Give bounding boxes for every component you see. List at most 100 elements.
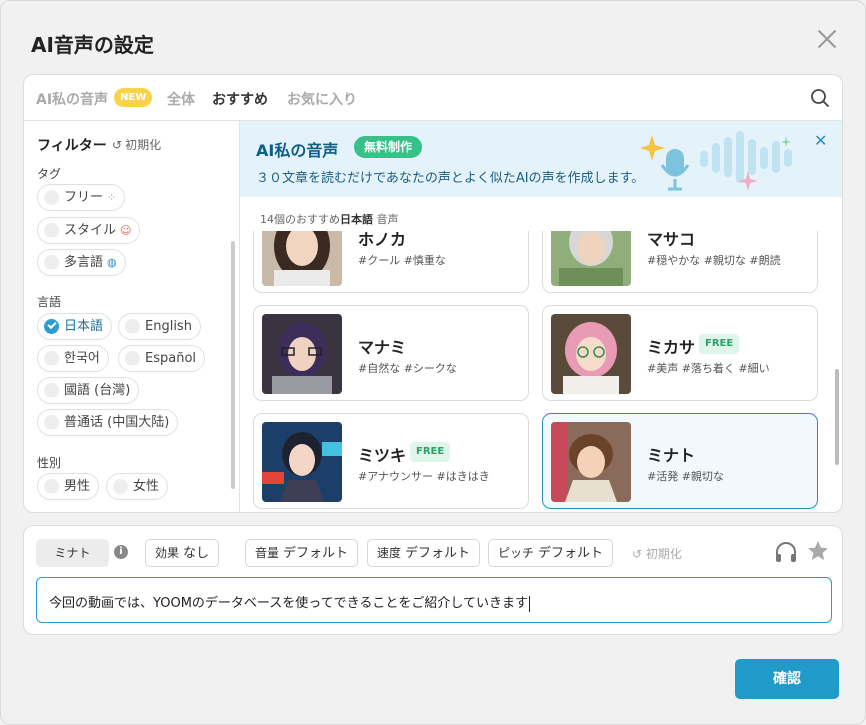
text-caret	[528, 595, 530, 612]
voice-card-mikasa[interactable]: ミカサ FREE #美声 #落ち着く #細い	[542, 305, 818, 401]
avatar	[551, 422, 631, 502]
count-prefix: 14個のおすすめ	[260, 213, 340, 226]
tab-ai-my-voice[interactable]: AI私の音声	[36, 89, 108, 109]
gender-heading: 性別	[37, 456, 62, 470]
avatar	[262, 231, 342, 286]
count-language: 日本語	[340, 213, 373, 226]
lang-chip-japanese-label: 日本語	[64, 319, 104, 334]
chip-checkbox	[44, 255, 59, 270]
tag-chip-free-label: フリー	[64, 190, 104, 205]
voice-list-scrollbar[interactable]	[835, 369, 839, 465]
star-icon[interactable]	[806, 539, 830, 563]
volume-value: デフォルト	[283, 546, 349, 561]
tag-chip-multilingual-label: 多言語	[64, 255, 104, 270]
avatar	[551, 314, 631, 394]
lang-chip-japanese[interactable]: 日本語	[37, 313, 113, 340]
filter-sidebar: フィルター ↺ 初期化 タグ フリー ⁘ スタイル ☺ 多言語 ◍ 言語 日本語 Eng…	[24, 121, 240, 512]
chip-checkbox	[44, 415, 59, 430]
tag-chip-multilingual[interactable]: 多言語 ◍	[37, 249, 126, 276]
voice-card-minato[interactable]: ミナト #活発 #親切な	[542, 413, 818, 509]
voice-settings-panel: ミナト i 効果 なし 音量 デフォルト 速度 デフォルト ピッチ デフォルト ↺ 初期…	[23, 525, 843, 635]
ai-voice-banner[interactable]: AI私の音声 無料制作 ３０文章を読むだけであなたの声とよく似たAIの声を作成し…	[240, 121, 842, 197]
tab-all[interactable]: 全体	[167, 89, 195, 109]
tag-chip-style-label: スタイル	[64, 223, 117, 238]
lang-chip-mandarin[interactable]: 普通话 (中国大陆)	[37, 409, 179, 436]
voice-tags: #活発 #親切な	[647, 470, 724, 483]
tab-favorites[interactable]: お気に入り	[287, 89, 357, 109]
voice-tags: #アナウンサー #はきはき	[358, 470, 490, 483]
tag-chip-style[interactable]: スタイル ☺	[37, 217, 141, 244]
free-badge: FREE	[699, 334, 740, 354]
gender-chip-male[interactable]: 男性	[37, 473, 100, 500]
lang-chip-korean-label: 한국어	[64, 351, 100, 366]
free-production-pill: 無料制作	[354, 136, 423, 158]
dialog-title: AI音声の設定	[31, 33, 154, 57]
tag-chip-free[interactable]: フリー ⁘	[37, 184, 126, 211]
chip-checkbox	[125, 351, 140, 366]
pitch-button[interactable]: ピッチ デフォルト	[488, 539, 614, 567]
voice-count: 14個のおすすめ日本語 音声	[260, 211, 399, 227]
filter-reset-button[interactable]: ↺ 初期化	[112, 136, 161, 153]
banner-title: AI私の音声	[256, 141, 339, 160]
avatar-image	[262, 314, 342, 394]
speed-key: 速度	[377, 546, 402, 560]
close-icon[interactable]	[815, 27, 839, 51]
voice-card-masako[interactable]: マサコ #穏やかな #親切な #朗読	[542, 231, 818, 293]
lang-chip-spanish[interactable]: Español	[118, 345, 206, 372]
voice-card-honoka[interactable]: ホノカ #クール #慎重な	[253, 231, 529, 293]
voice-tags: #クール #慎重な	[358, 254, 446, 267]
avatar-image	[262, 231, 342, 286]
volume-key: 音量	[255, 546, 280, 560]
settings-reset-label: 初期化	[645, 547, 682, 561]
lang-chip-taiwan[interactable]: 國語 (台灣)	[37, 377, 140, 404]
smile-icon: ☺	[120, 224, 132, 237]
avatar-image	[551, 422, 631, 502]
voice-tags: #穏やかな #親切な #朗読	[647, 254, 781, 267]
chip-checkbox	[44, 351, 59, 366]
chip-checkbox	[113, 479, 128, 494]
tab-recommended[interactable]: おすすめ	[212, 89, 268, 109]
voice-card-mitsuki[interactable]: ミツキ FREE #アナウンサー #はきはき	[253, 413, 529, 509]
gender-chip-female[interactable]: 女性	[106, 473, 169, 500]
voice-settings-dialog: AI音声の設定 AI私の音声 NEW 全体 おすすめ お気に入り フィルター ↺…	[0, 0, 866, 725]
lang-chip-taiwan-label: 國語 (台灣)	[64, 383, 131, 398]
gender-chip-male-label: 男性	[64, 479, 91, 494]
script-text-input[interactable]: 今回の動画では、YOOMのデータベースを使ってできることをご紹介していきます	[36, 577, 832, 623]
lang-chip-english-label: English	[145, 319, 192, 334]
voice-list: ホノカ #クール #慎重な マサコ #穏やかな #親切な #朗読 マナミ #自然…	[240, 231, 842, 512]
headphones-icon[interactable]	[774, 540, 798, 564]
filter-title: フィルター	[37, 138, 107, 154]
voice-content: AI私の音声 無料制作 ３０文章を読むだけであなたの声とよく似たAIの声を作成し…	[240, 121, 842, 512]
voice-card-manami[interactable]: マナミ #自然な #シークな	[253, 305, 529, 401]
free-badge: FREE	[410, 442, 451, 462]
speed-button[interactable]: 速度 デフォルト	[367, 539, 481, 567]
filter-scrollbar[interactable]	[231, 241, 235, 489]
count-suffix: 音声	[373, 213, 399, 226]
language-heading: 言語	[37, 295, 62, 309]
voice-name: マサコ	[647, 231, 696, 249]
chip-checkbox	[125, 319, 140, 334]
chip-checkbox	[44, 190, 59, 205]
avatar-image	[551, 314, 631, 394]
banner-description: ３０文章を読むだけであなたの声とよく似たAIの声を作成します。	[256, 171, 645, 186]
effect-button[interactable]: 効果 なし	[145, 539, 220, 567]
voice-tags: #美声 #落ち着く #細い	[647, 362, 770, 375]
volume-button[interactable]: 音量 デフォルト	[245, 539, 359, 567]
avatar	[262, 314, 342, 394]
banner-close-icon[interactable]: ✕	[814, 131, 827, 150]
avatar	[262, 422, 342, 502]
microphone-waveform-illustration	[640, 131, 792, 191]
avatar	[551, 231, 631, 286]
effect-key: 効果	[155, 546, 180, 560]
selected-speaker[interactable]: ミナト	[36, 539, 109, 567]
lang-chip-korean[interactable]: 한국어	[37, 345, 109, 372]
voice-name: ミツキ	[358, 446, 407, 465]
new-badge: NEW	[114, 88, 153, 107]
settings-reset-button[interactable]: ↺ 初期化	[632, 545, 682, 562]
confirm-button[interactable]: 確認	[735, 659, 839, 699]
info-icon[interactable]: i	[114, 545, 128, 559]
filter-reset-label: 初期化	[125, 138, 162, 152]
search-icon[interactable]	[810, 88, 830, 108]
lang-chip-english[interactable]: English	[118, 313, 201, 340]
tag-heading: タグ	[37, 167, 62, 181]
